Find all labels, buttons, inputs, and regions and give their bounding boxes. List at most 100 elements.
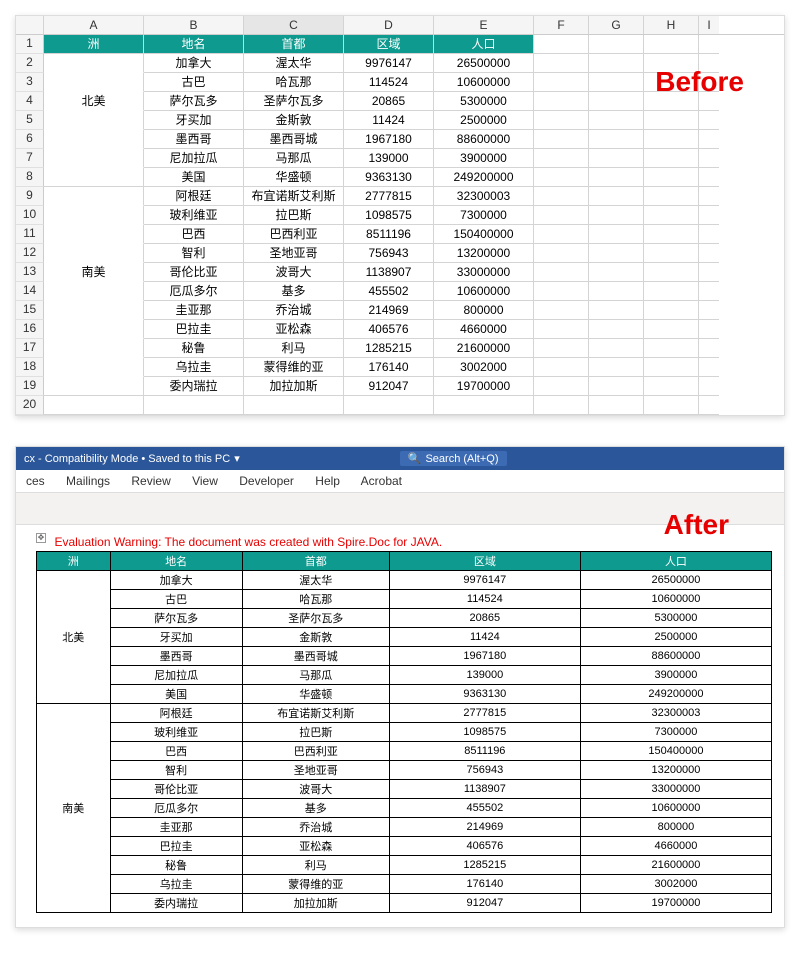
cell-pop[interactable]: 19700000 xyxy=(580,894,771,913)
row-header[interactable]: 4 xyxy=(16,92,44,111)
cell-continent[interactable] xyxy=(44,339,144,358)
cell-empty[interactable] xyxy=(589,54,644,73)
cell-name[interactable]: 哥伦比亚 xyxy=(144,263,244,282)
table-move-handle-icon[interactable]: ✥ xyxy=(36,533,46,543)
cell-empty[interactable] xyxy=(644,301,699,320)
ribbon-tab[interactable]: View xyxy=(192,474,218,488)
cell-name[interactable]: 智利 xyxy=(144,244,244,263)
cell-empty[interactable] xyxy=(644,244,699,263)
cell-area[interactable]: 455502 xyxy=(344,282,434,301)
cell-capital[interactable]: 墨西哥城 xyxy=(244,130,344,149)
cell-capital[interactable]: 金斯敦 xyxy=(242,628,389,647)
col-header-F[interactable]: F xyxy=(534,16,589,34)
cell-name[interactable]: 美国 xyxy=(144,168,244,187)
cell-name[interactable]: 圭亚那 xyxy=(144,301,244,320)
cell-continent[interactable] xyxy=(44,244,144,263)
cell-capital[interactable]: 圣萨尔瓦多 xyxy=(244,92,344,111)
cell-pop[interactable]: 19700000 xyxy=(434,377,534,396)
cell-continent[interactable] xyxy=(44,168,144,187)
cell-name[interactable]: 阿根廷 xyxy=(144,187,244,206)
row-header[interactable]: 5 xyxy=(16,111,44,130)
cell-area[interactable]: 2777815 xyxy=(389,704,580,723)
cell-name[interactable]: 乌拉圭 xyxy=(110,875,242,894)
cell-area[interactable]: 1138907 xyxy=(389,780,580,799)
cell-empty[interactable] xyxy=(644,168,699,187)
cell-name[interactable]: 牙买加 xyxy=(144,111,244,130)
cell-name[interactable]: 加拿大 xyxy=(110,571,242,590)
cell-name[interactable]: 圭亚那 xyxy=(110,818,242,837)
cell-empty[interactable] xyxy=(644,206,699,225)
cell-empty[interactable] xyxy=(589,320,644,339)
cell-capital[interactable]: 哈瓦那 xyxy=(244,73,344,92)
cell-capital[interactable]: 圣地亚哥 xyxy=(242,761,389,780)
cell-area[interactable]: 20865 xyxy=(389,609,580,628)
cell-pop[interactable]: 26500000 xyxy=(580,571,771,590)
row-header[interactable]: 7 xyxy=(16,149,44,168)
cell-name[interactable]: 智利 xyxy=(110,761,242,780)
cell-capital[interactable]: 基多 xyxy=(242,799,389,818)
col-header-B[interactable]: B xyxy=(144,16,244,34)
row-header[interactable]: 18 xyxy=(16,358,44,377)
cell-area[interactable]: 114524 xyxy=(389,590,580,609)
cell-name[interactable]: 厄瓜多尔 xyxy=(144,282,244,301)
cell-area[interactable]: 1098575 xyxy=(389,723,580,742)
cell-capital[interactable]: 利马 xyxy=(242,856,389,875)
cell-capital[interactable]: 布宜诺斯艾利斯 xyxy=(244,187,344,206)
cell-empty[interactable] xyxy=(589,377,644,396)
cell-empty[interactable] xyxy=(589,225,644,244)
cell-empty[interactable] xyxy=(589,244,644,263)
cell-empty[interactable] xyxy=(699,149,719,168)
header-cell[interactable]: 首都 xyxy=(244,35,344,54)
header-cell[interactable]: 人口 xyxy=(434,35,534,54)
cell-empty[interactable] xyxy=(699,130,719,149)
cell-area[interactable]: 214969 xyxy=(344,301,434,320)
cell-pop[interactable]: 7300000 xyxy=(434,206,534,225)
row-header[interactable]: 3 xyxy=(16,73,44,92)
cell-empty[interactable] xyxy=(699,282,719,301)
cell-pop[interactable]: 32300003 xyxy=(580,704,771,723)
row-header[interactable]: 14 xyxy=(16,282,44,301)
cell-area[interactable]: 9976147 xyxy=(344,54,434,73)
cell-continent[interactable] xyxy=(44,111,144,130)
cell-empty[interactable] xyxy=(644,358,699,377)
cell-capital[interactable]: 乔治城 xyxy=(242,818,389,837)
cell-name[interactable]: 尼加拉瓜 xyxy=(144,149,244,168)
cell-pop[interactable]: 3002000 xyxy=(580,875,771,894)
col-header-D[interactable]: D xyxy=(344,16,434,34)
cell-capital[interactable]: 渥太华 xyxy=(242,571,389,590)
cell-empty[interactable] xyxy=(589,111,644,130)
cell-capital[interactable]: 布宜诺斯艾利斯 xyxy=(242,704,389,723)
cell-empty[interactable] xyxy=(699,339,719,358)
cell-area[interactable]: 176140 xyxy=(344,358,434,377)
cell-capital[interactable]: 拉巴斯 xyxy=(242,723,389,742)
cell-pop[interactable]: 32300003 xyxy=(434,187,534,206)
cell-empty[interactable] xyxy=(699,301,719,320)
header-cell[interactable] xyxy=(589,35,644,54)
header-cell[interactable] xyxy=(644,35,699,54)
cell-continent[interactable] xyxy=(44,149,144,168)
cell-empty[interactable] xyxy=(644,263,699,282)
cell-area[interactable]: 20865 xyxy=(344,92,434,111)
row-header[interactable]: 12 xyxy=(16,244,44,263)
cell-capital[interactable]: 华盛顿 xyxy=(244,168,344,187)
cell-area[interactable]: 912047 xyxy=(344,377,434,396)
cell-name[interactable]: 加拿大 xyxy=(144,54,244,73)
cell-area[interactable]: 139000 xyxy=(389,666,580,685)
cell-capital[interactable]: 加拉加斯 xyxy=(242,894,389,913)
cell-empty[interactable] xyxy=(534,320,589,339)
col-header-H[interactable]: H xyxy=(644,16,699,34)
cell-continent[interactable] xyxy=(44,206,144,225)
cell-name[interactable]: 巴西 xyxy=(110,742,242,761)
cell-empty[interactable] xyxy=(699,187,719,206)
cell-pop[interactable]: 150400000 xyxy=(434,225,534,244)
row-header[interactable]: 11 xyxy=(16,225,44,244)
cell-pop[interactable]: 21600000 xyxy=(434,339,534,358)
cell-pop[interactable]: 10600000 xyxy=(434,282,534,301)
col-header-G[interactable]: G xyxy=(589,16,644,34)
cell-empty[interactable] xyxy=(699,168,719,187)
cell-continent[interactable] xyxy=(44,301,144,320)
cell-empty[interactable] xyxy=(644,111,699,130)
row-header[interactable]: 13 xyxy=(16,263,44,282)
cell-name[interactable]: 尼加拉瓜 xyxy=(110,666,242,685)
cell-pop[interactable]: 249200000 xyxy=(580,685,771,704)
